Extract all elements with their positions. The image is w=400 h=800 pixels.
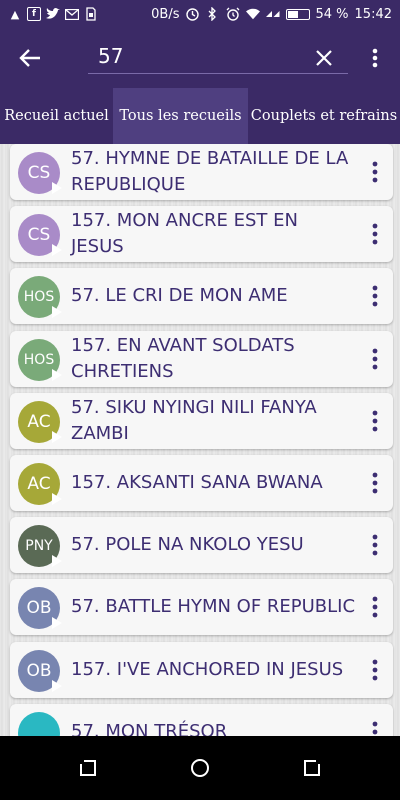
status-bar: ▲ f 0B/s 54 % 15:42 <box>0 0 400 28</box>
item-menu-button[interactable] <box>362 144 388 200</box>
search-input[interactable] <box>88 40 308 72</box>
data-saver-icon <box>186 7 200 21</box>
hymn-title: 157. EN AVANT SOLDATS CHRETIENS <box>71 334 295 382</box>
list-item[interactable]: PNY 57. POLE NA NKOLO YESU <box>10 517 393 574</box>
play-icon <box>52 679 62 692</box>
hymn-title: 57. LE CRI DE MON AME <box>71 285 288 307</box>
more-vertical-icon <box>372 472 378 494</box>
tab-bar: Recueil actuel Tous les recueils Couplet… <box>0 88 400 144</box>
back-nav-button[interactable] <box>298 754 326 782</box>
bluetooth-icon <box>206 7 220 21</box>
status-icons-right: 0B/s 54 % 15:42 <box>151 7 392 22</box>
list-item[interactable]: HOS 57. LE CRI DE MON AME <box>10 268 393 325</box>
play-icon <box>52 182 62 194</box>
battery-icon <box>285 8 310 20</box>
more-vertical-icon <box>372 48 378 68</box>
hymn-title: 157. MON ANCRE EST EN JESUS <box>71 210 298 258</box>
collection-badge <box>18 711 60 736</box>
item-menu-button[interactable] <box>362 455 388 511</box>
alarm-icon <box>226 7 240 21</box>
play-icon <box>52 555 62 568</box>
hymn-title: 57. MON TRÉSOR <box>71 720 228 736</box>
list-item[interactable]: 57. MON TRÉSOR <box>10 703 393 736</box>
facebook-icon: f <box>27 7 41 21</box>
tab-all-collections[interactable]: Tous les recueils <box>113 88 248 144</box>
hymn-title: 157. AKSANTI SANA BWANA <box>71 472 323 493</box>
hymn-title: 57. SIKU NYINGI NILI FANYA ZAMBI <box>71 396 317 444</box>
more-vertical-icon <box>372 534 378 556</box>
system-nav-bar <box>0 736 400 800</box>
more-vertical-icon <box>372 223 378 245</box>
item-menu-button[interactable] <box>362 517 388 573</box>
hymn-title: 157. I'VE ANCHORED IN JESUS <box>71 658 344 680</box>
more-vertical-icon <box>372 410 378 432</box>
signal-icon <box>265 7 280 21</box>
twitter-icon <box>46 7 60 21</box>
battery-percent: 54 % <box>315 6 349 22</box>
more-vertical-icon <box>372 161 378 183</box>
more-vertical-icon <box>372 596 378 618</box>
list-item[interactable]: AC 157. AKSANTI SANA BWANA <box>10 455 393 511</box>
wifi-icon <box>245 7 260 21</box>
clear-search-button[interactable] <box>306 28 342 88</box>
hymn-title: 57. BATTLE HYMN OF REPUBLIC <box>71 596 356 618</box>
sim-icon <box>84 7 98 21</box>
home-icon <box>191 759 209 777</box>
app-bar <box>0 28 400 88</box>
list-item[interactable]: CS 57. HYMNE DE BATAILLE DE LA REPUBLIQUE <box>10 144 393 200</box>
tab-verses-and-refrains[interactable]: Couplets et refrains <box>248 88 400 144</box>
back-nav-icon <box>304 760 320 776</box>
item-menu-button[interactable] <box>362 393 388 449</box>
arrow-left-icon <box>19 49 40 67</box>
status-icons-left: ▲ f <box>8 7 98 21</box>
clock: 15:42 <box>354 6 392 22</box>
item-menu-button[interactable] <box>362 579 388 635</box>
more-vertical-icon <box>372 659 378 680</box>
more-vertical-icon <box>372 285 378 307</box>
overflow-menu-button[interactable] <box>360 28 390 88</box>
play-icon <box>52 617 62 630</box>
close-icon <box>316 50 332 66</box>
play-icon <box>52 368 62 381</box>
tab-current-collection[interactable]: Recueil actuel <box>0 88 113 144</box>
network-speed: 0B/s <box>151 6 180 22</box>
results-list[interactable]: CS 57. HYMNE DE BATAILLE DE LA REPUBLIQUE… <box>0 144 400 736</box>
item-menu-button[interactable] <box>362 704 388 736</box>
list-item[interactable]: HOS 157. EN AVANT SOLDATS CHRETIENS <box>10 330 393 387</box>
list-item[interactable]: CS 157. MON ANCRE EST EN JESUS <box>10 206 393 263</box>
back-button[interactable] <box>0 28 60 88</box>
play-icon <box>52 493 62 505</box>
item-menu-button[interactable] <box>362 331 388 387</box>
play-icon <box>52 430 62 443</box>
more-vertical-icon <box>372 348 378 369</box>
home-button[interactable] <box>186 754 214 782</box>
hymn-title: 57. HYMNE DE BATAILLE DE LA REPUBLIQUE <box>71 148 349 195</box>
notification-icon: ▲ <box>10 7 20 21</box>
play-icon <box>52 306 62 319</box>
recent-apps-icon <box>80 760 96 776</box>
list-item[interactable]: AC 57. SIKU NYINGI NILI FANYA ZAMBI <box>10 392 393 449</box>
recent-apps-button[interactable] <box>74 754 102 782</box>
mail-icon <box>65 7 79 21</box>
more-vertical-icon <box>372 721 378 735</box>
item-menu-button[interactable] <box>362 642 388 698</box>
play-icon <box>52 244 62 257</box>
list-item[interactable]: OB 157. I'VE ANCHORED IN JESUS <box>10 641 393 698</box>
list-item[interactable]: OB 57. BATTLE HYMN OF REPUBLIC <box>10 579 393 636</box>
item-menu-button[interactable] <box>362 206 388 262</box>
hymn-title: 57. POLE NA NKOLO YESU <box>71 534 304 556</box>
item-menu-button[interactable] <box>362 268 388 324</box>
